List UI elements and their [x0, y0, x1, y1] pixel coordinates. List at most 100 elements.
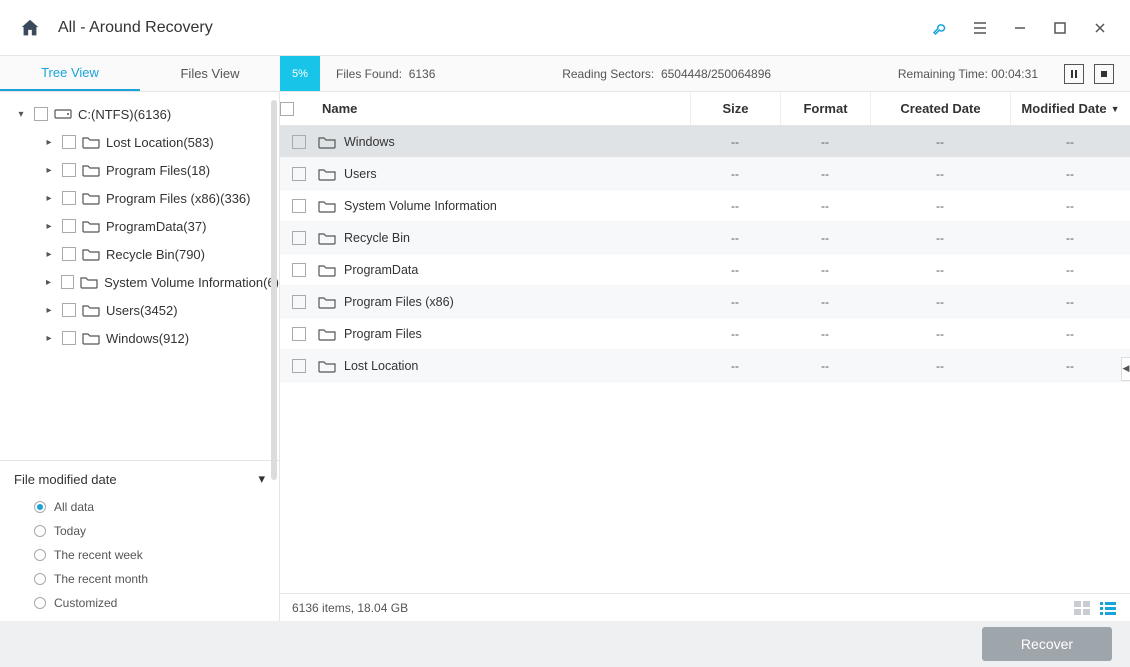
radio[interactable] [34, 501, 46, 513]
side-panel-toggle[interactable]: ◀ [1121, 357, 1130, 381]
checkbox[interactable] [34, 107, 48, 121]
chevron-right-icon[interactable]: ▸ [42, 333, 56, 344]
folder-icon [318, 263, 336, 277]
checkbox[interactable] [292, 167, 306, 181]
checkbox[interactable] [62, 163, 76, 177]
chevron-right-icon[interactable]: ▸ [42, 193, 56, 204]
checkbox[interactable] [292, 263, 306, 277]
filter-header[interactable]: File modified date ▾ [14, 471, 265, 487]
cell-modified: -- [1010, 199, 1130, 213]
scrollbar[interactable] [271, 100, 277, 480]
close-button[interactable] [1080, 8, 1120, 48]
cell-format: -- [780, 359, 870, 373]
checkbox[interactable] [62, 331, 76, 345]
cell-name: System Volume Information [344, 199, 497, 213]
home-icon[interactable] [16, 14, 44, 42]
tree-item[interactable]: ▸ Program Files(18) [0, 156, 279, 184]
cell-size: -- [690, 295, 780, 309]
checkbox[interactable] [62, 219, 76, 233]
col-size[interactable]: Size [690, 92, 780, 125]
filter-option[interactable]: The recent week [14, 543, 265, 567]
cell-size: -- [690, 199, 780, 213]
chevron-down-icon[interactable]: ▾ [14, 109, 28, 120]
radio[interactable] [34, 525, 46, 537]
cell-format: -- [780, 135, 870, 149]
tree-item[interactable]: ▸Program Files (x86)(336) [0, 184, 279, 212]
checkbox[interactable] [292, 295, 306, 309]
menu-icon[interactable] [960, 8, 1000, 48]
pause-button[interactable] [1064, 64, 1084, 84]
table-row[interactable]: Recycle Bin-------- [280, 222, 1130, 254]
status-bar: 6136 items, 18.04 GB [280, 593, 1130, 621]
table-row[interactable]: Users-------- [280, 158, 1130, 190]
col-name[interactable]: Name [318, 92, 690, 125]
chevron-right-icon[interactable]: ▸ [42, 249, 56, 260]
checkbox[interactable] [292, 327, 306, 341]
sidebar: ▾ C:(NTFS)(6136) ▸Lost Location(583)▸Pro… [0, 92, 280, 621]
radio[interactable] [34, 597, 46, 609]
maximize-button[interactable] [1040, 8, 1080, 48]
table-row[interactable]: Program Files-------- [280, 318, 1130, 350]
checkbox[interactable] [292, 135, 306, 149]
stop-button[interactable] [1094, 64, 1114, 84]
chevron-right-icon[interactable]: ▸ [42, 305, 56, 316]
radio[interactable] [34, 573, 46, 585]
table-row[interactable]: Windows-------- [280, 126, 1130, 158]
tree-item[interactable]: ▸ProgramData(37) [0, 212, 279, 240]
table-row[interactable]: Program Files (x86)-------- [280, 286, 1130, 318]
table-row[interactable]: Lost Location-------- [280, 350, 1130, 382]
tree-item-label: Users(3452) [106, 303, 178, 318]
checkbox[interactable] [292, 231, 306, 245]
chevron-right-icon[interactable]: ▸ [42, 137, 56, 148]
chevron-right-icon[interactable]: ▸ [42, 165, 56, 176]
chevron-right-icon[interactable]: ▸ [42, 221, 56, 232]
key-icon[interactable] [920, 8, 960, 48]
tab-files-view[interactable]: Files View [140, 56, 280, 91]
cell-created: -- [870, 167, 1010, 181]
cell-size: -- [690, 359, 780, 373]
recover-button[interactable]: Recover [982, 627, 1112, 661]
checkbox[interactable] [62, 135, 76, 149]
cell-modified: -- [1010, 327, 1130, 341]
filter-option[interactable]: All data [14, 495, 265, 519]
minimize-button[interactable] [1000, 8, 1040, 48]
filter-option[interactable]: Customized [14, 591, 265, 615]
col-format[interactable]: Format [780, 92, 870, 125]
col-created[interactable]: Created Date [870, 92, 1010, 125]
grid-view-icon[interactable] [1072, 600, 1092, 616]
table-row[interactable]: ProgramData-------- [280, 254, 1130, 286]
cell-created: -- [870, 231, 1010, 245]
tree-item[interactable]: ▸Recycle Bin(790) [0, 240, 279, 268]
filter-option[interactable]: The recent month [14, 567, 265, 591]
tree-item[interactable]: ▸ Users(3452) [0, 296, 279, 324]
col-modified[interactable]: Modified Date▼ [1010, 92, 1130, 125]
filter-option-label: The recent week [54, 548, 143, 562]
cell-format: -- [780, 199, 870, 213]
radio[interactable] [34, 549, 46, 561]
list-view-icon[interactable] [1098, 600, 1118, 616]
filter-option[interactable]: Today [14, 519, 265, 543]
tree-item-label: Program Files(18) [106, 163, 210, 178]
checkbox[interactable] [62, 303, 76, 317]
folder-icon [318, 231, 336, 245]
checkbox[interactable] [292, 359, 306, 373]
cell-name: ProgramData [344, 263, 418, 277]
tree-item[interactable]: ▸Lost Location(583) [0, 128, 279, 156]
chevron-right-icon[interactable]: ▸ [42, 277, 55, 288]
cell-format: -- [780, 295, 870, 309]
tree-item[interactable]: ▸Windows(912) [0, 324, 279, 352]
checkbox[interactable] [62, 191, 76, 205]
folder-icon [82, 191, 100, 205]
table-row[interactable]: System Volume Information-------- [280, 190, 1130, 222]
cell-modified: -- [1010, 295, 1130, 309]
tree-item[interactable]: ▸System Volume Information(6) [0, 268, 279, 296]
tree-root[interactable]: ▾ C:(NTFS)(6136) [0, 100, 279, 128]
filter-option-label: All data [54, 500, 94, 514]
checkbox[interactable] [61, 275, 74, 289]
folder-icon [80, 275, 98, 289]
checkbox[interactable] [62, 247, 76, 261]
tab-tree-view[interactable]: Tree View [0, 56, 140, 91]
select-all-checkbox[interactable] [280, 102, 294, 116]
cell-name: Program Files (x86) [344, 295, 454, 309]
checkbox[interactable] [292, 199, 306, 213]
